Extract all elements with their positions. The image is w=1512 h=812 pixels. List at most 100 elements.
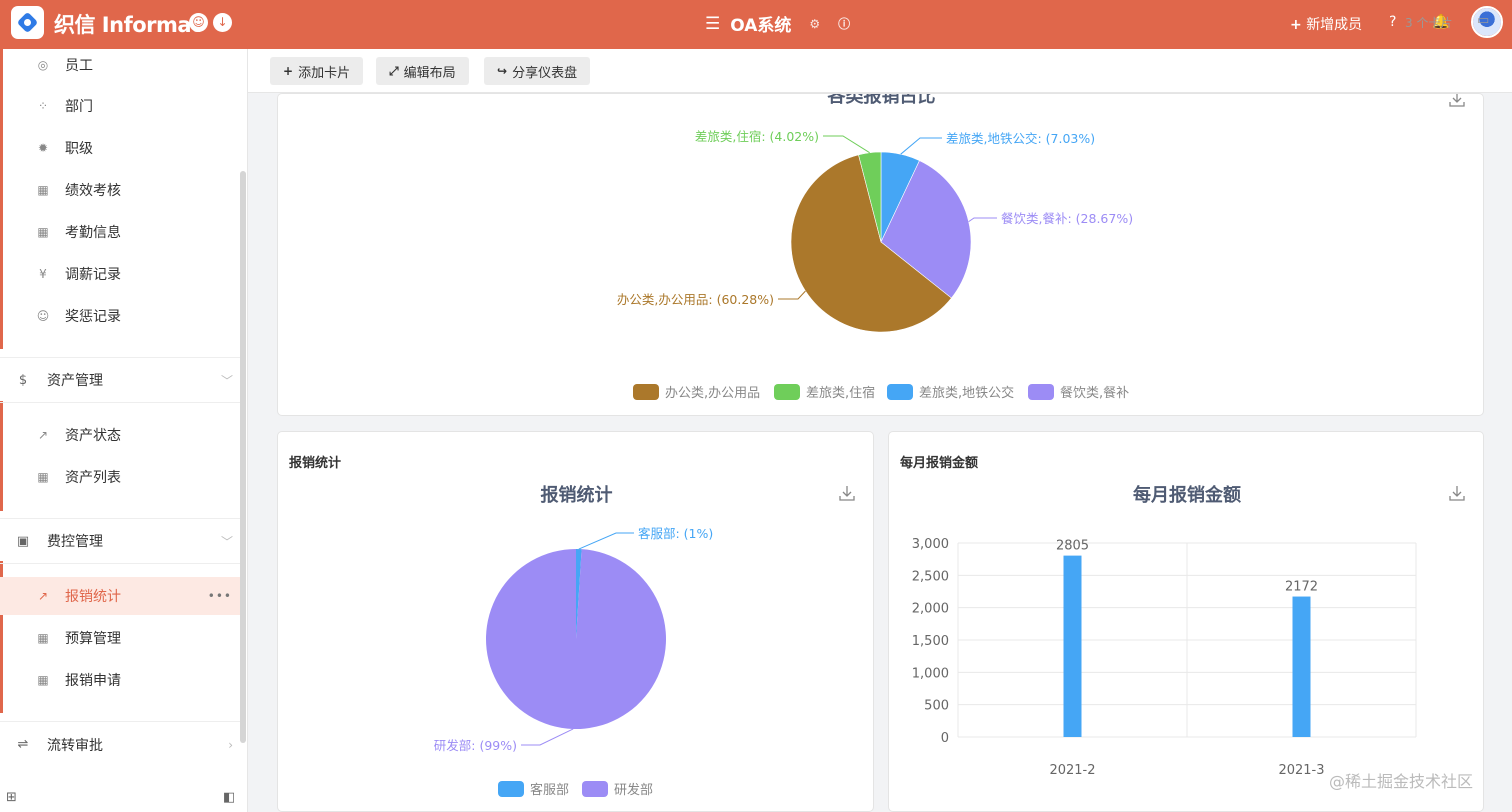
share-dashboard-button[interactable]: ↪ 分享仪表盘 xyxy=(484,57,591,85)
sidebar-item-label: 奖惩记录 xyxy=(65,309,121,325)
org-icon: ⁘ xyxy=(37,99,49,113)
sidebar-item[interactable]: ▦ 绩效考核 xyxy=(0,171,240,209)
bar-chart-monthly-expense: 0 500 1,000 1,500 2,000 2,500 3,000 2805 2021-2 2… xyxy=(912,537,1417,778)
more-options-icon[interactable]: ••• xyxy=(208,589,232,603)
legend-label: 差旅类,住宿 xyxy=(806,385,875,401)
bar xyxy=(1292,596,1311,737)
doc-icon: ☰ xyxy=(705,13,721,34)
sidebar-group-assets[interactable]: $ 资产管理 ﹀ xyxy=(0,357,240,403)
sidebar-item[interactable]: ¥ 调薪记录 xyxy=(0,255,240,293)
share-dashboard-label: 分享仪表盘 xyxy=(512,65,578,81)
pie-chart-expense-stats: 客服部: (1%) 研发部: (99%) 客服部 研发部 xyxy=(434,526,714,798)
legend-label: 办公类,办公用品 xyxy=(665,386,760,401)
sidebar-item-label: 资产状态 xyxy=(65,428,121,444)
share-icon: ↪ xyxy=(497,64,508,78)
sidebar-group-label: 资产管理 xyxy=(47,373,103,389)
legend-label: 差旅类,地铁公交 xyxy=(919,385,1014,401)
y-tick-label: 2,500 xyxy=(912,569,949,584)
sidebar-item[interactable]: ✹ 职级 xyxy=(0,129,240,167)
bar xyxy=(1063,555,1082,737)
slice-label: 研发部: (99%) xyxy=(434,738,517,753)
card-count: 3 个卡片 xyxy=(1405,16,1453,30)
collapse-sidebar-icon[interactable]: ◧ xyxy=(223,790,235,805)
add-member-button[interactable]: + 新增成员 xyxy=(1290,14,1362,34)
sidebar-item-label: 资产列表 xyxy=(65,470,121,486)
y-tick-label: 1,000 xyxy=(912,666,949,681)
dollar-icon: $ xyxy=(18,372,28,388)
slice-label: 餐饮类,餐补: (28.67%) xyxy=(1001,211,1133,226)
comment-icon[interactable]: ▭ xyxy=(1477,13,1489,28)
pie-slice xyxy=(486,549,666,729)
brand-name: 织信 Informat xyxy=(54,13,201,37)
app-title-text: OA系统 xyxy=(730,16,792,36)
settings-icon[interactable]: ⚙ xyxy=(809,17,820,31)
leader-line xyxy=(823,135,870,154)
flow-icon: ⇌ xyxy=(17,737,29,752)
legend-swatch xyxy=(633,384,659,400)
sidebar-item-label: 预算管理 xyxy=(65,631,121,647)
sidebar-item-label: 考勤信息 xyxy=(65,225,121,241)
sidebar-scrollbar[interactable] xyxy=(240,171,246,743)
sidebar-item-label: 调薪记录 xyxy=(65,267,121,283)
sidebar-item[interactable]: ▦ 考勤信息 xyxy=(0,213,240,251)
smile-icon: ☺ xyxy=(36,309,50,323)
yen-icon: ¥ xyxy=(39,267,47,281)
legend-label: 客服部 xyxy=(530,782,569,798)
y-tick-label: 3,000 xyxy=(912,537,949,552)
trend-icon: ↗ xyxy=(37,428,49,442)
x-tick-label: 2021-3 xyxy=(1278,763,1324,778)
info-icon[interactable]: ⓘ xyxy=(838,15,850,32)
x-tick-label: 2021-2 xyxy=(1049,763,1095,778)
add-card-button[interactable]: + 添加卡片 xyxy=(270,57,364,85)
slice-label: 办公类,办公用品: (60.28%) xyxy=(617,292,774,307)
leader-line xyxy=(900,137,942,155)
slice-label: 差旅类,住宿: (4.02%) xyxy=(695,129,819,144)
pie-chart-expense-ratio: 差旅类,住宿: (4.02%) 差旅类,地铁公交: (7.03%) 餐饮类,餐补: … xyxy=(617,129,1133,401)
sidebar-item[interactable]: ▦ 预算管理 xyxy=(0,619,240,657)
watermark: @稀土掘金技术社区 xyxy=(1329,772,1474,791)
dashboard-toolbar: + 添加卡片 ⤢ 编辑布局 ↪ 分享仪表盘 xyxy=(248,49,1512,93)
card-monthly-expense: 每月报销金额 每月报销金额 0 500 1,000 1,500 2,000 2,500 3,… xyxy=(888,431,1484,812)
chevron-down-icon: ﹀ xyxy=(220,534,233,549)
legend-label: 研发部 xyxy=(614,782,653,798)
add-card-label: 添加卡片 xyxy=(298,65,351,81)
trend-icon: ↗ xyxy=(37,589,49,603)
sidebar-item[interactable]: ◎ 员工 xyxy=(0,46,240,84)
table-icon: ▦ xyxy=(37,183,49,197)
sidebar-item[interactable]: ▦ 资产列表 xyxy=(0,458,240,496)
data-label: 2172 xyxy=(1285,580,1318,595)
money-icon: ▣ xyxy=(16,533,30,549)
sidebar-item[interactable]: ↗ 报销统计 ••• xyxy=(0,577,240,615)
sidebar-item-label: 报销申请 xyxy=(65,673,121,689)
sidebar: ◎ 员工 ⁘ 部门 ✹ 职级 ▦ 绩效考核 ▦ 考勤信息 ¥ 调薪记录 ☺ 奖惩记录 $ 资产管理 ﹀ ↗… xyxy=(0,49,248,812)
legend-swatch xyxy=(774,384,800,400)
sidebar-item[interactable]: ⁘ 部门 xyxy=(0,87,240,125)
sidebar-item[interactable]: ▦ 报销申请 xyxy=(0,661,240,699)
legend-swatch xyxy=(582,781,608,797)
expand-icon: ⤢ xyxy=(389,63,399,78)
download-icon[interactable]: ↓ xyxy=(213,13,232,32)
edit-layout-button[interactable]: ⤢ 编辑布局 xyxy=(376,57,469,85)
mascot-icon[interactable]: ☺ xyxy=(189,13,208,32)
sidebar-group-label: 费控管理 xyxy=(47,534,103,550)
sidebar-item[interactable]: ↗ 资产状态 xyxy=(0,416,240,454)
y-tick-label: 500 xyxy=(924,699,949,714)
help-icon[interactable]: ? xyxy=(1389,14,1396,30)
add-group-icon[interactable]: ⊞ xyxy=(6,790,17,805)
legend-label: 餐饮类,餐补 xyxy=(1060,385,1129,401)
sidebar-group-cost[interactable]: ▣ 费控管理 ﹀ xyxy=(0,518,240,564)
edit-layout-label: 编辑布局 xyxy=(403,65,456,81)
legend-swatch xyxy=(887,384,913,400)
plus-icon: + xyxy=(283,64,294,78)
slice-label: 差旅类,地铁公交: (7.03%) xyxy=(946,131,1095,146)
chevron-right-icon: › xyxy=(228,737,233,752)
app-logo[interactable] xyxy=(11,6,44,39)
sidebar-item[interactable]: ☺ 奖惩记录 xyxy=(0,297,240,335)
sidebar-item-label: 员工 xyxy=(65,58,93,74)
leader-line xyxy=(521,728,574,746)
sidebar-group-label: 流转审批 xyxy=(47,737,103,754)
chevron-down-icon: ﹀ xyxy=(220,373,233,388)
leader-line xyxy=(578,532,634,550)
sidebar-group-flow[interactable]: ⇌ 流转审批 › xyxy=(0,721,240,767)
add-member-label: 新增成员 xyxy=(1306,17,1363,33)
